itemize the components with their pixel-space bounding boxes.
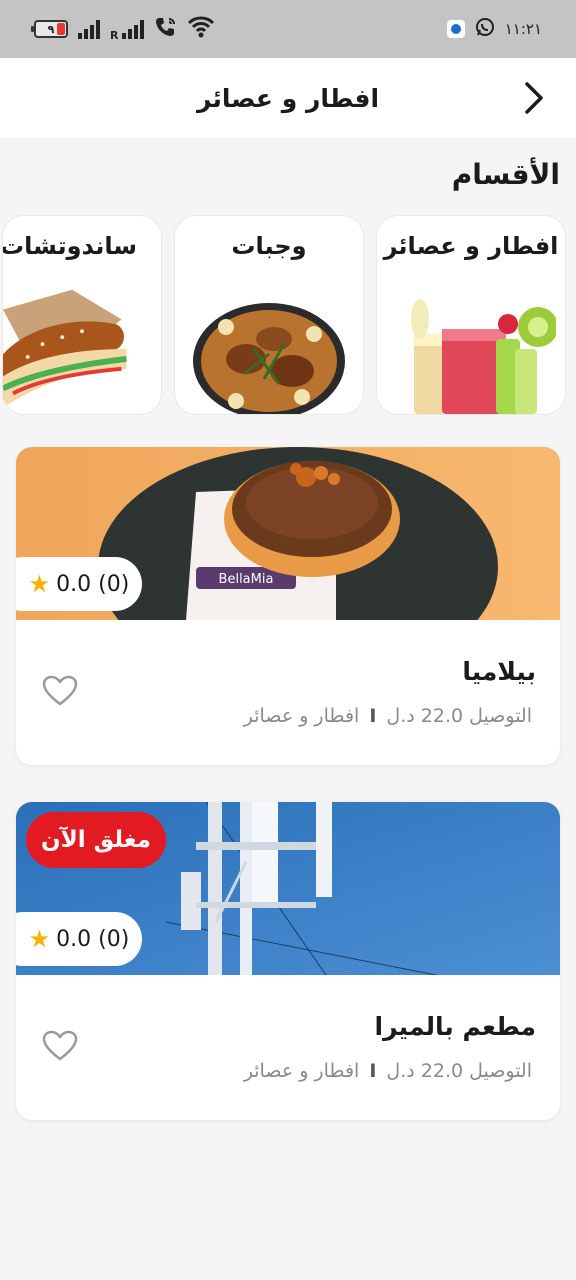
heart-icon [42,1030,78,1061]
app-bar: افطار و عصائر [0,58,576,138]
categories-list[interactable]: افطار و عصائر وجبات ساندوتشات [2,215,566,415]
back-button[interactable] [516,78,552,118]
sandwich-image [3,289,161,414]
rating-value: 0.0 (0) [56,926,130,952]
status-bar: ٩ R ١١:٢١ [0,0,576,58]
category-label: وجبات [231,232,307,260]
heart-icon [42,675,78,706]
status-right: ١١:٢١ [446,17,542,41]
favorite-button[interactable] [40,673,80,709]
restaurant-category: افطار و عصائر [243,1060,360,1082]
star-icon: ★ [28,570,51,598]
restaurant-card[interactable]: BellaMia ★ 0.0 (0) بيلاميا التوصيل 22.0 … [16,447,560,765]
signal-icon [78,19,100,39]
whatsapp-icon [475,17,495,41]
delivery-fee: التوصيل 22.0 د.ل [386,1060,532,1082]
restaurant-card[interactable]: مغلق الآن ★ 0.0 (0) مطعم بالميرا التوصيل… [16,802,560,1120]
restaurant-meta: التوصيل 22.0 د.ل I افطار و عصائر [244,705,532,727]
signal-roaming-icon [122,19,145,39]
chevron-right-icon [525,82,543,114]
restaurant-meta: التوصيل 22.0 د.ل I افطار و عصائر [244,1060,532,1082]
rating-value: 0.0 (0) [56,571,130,597]
status-left: ٩ R [31,16,215,42]
closed-now-badge: مغلق الآن [26,812,166,868]
category-card-breakfast-juices[interactable]: افطار و عصائر [376,215,566,415]
favorite-button[interactable] [40,1028,80,1064]
restaurant-category: افطار و عصائر [243,705,360,727]
donut-brand-text: BellaMia [219,572,274,587]
category-label: ساندوتشات [2,232,137,260]
category-card-sandwiches[interactable]: ساندوتشات [2,215,162,415]
category-label: افطار و عصائر [383,232,559,260]
rice-chicken-image [175,289,363,414]
battery-icon: ٩ [31,20,68,38]
status-time: ١١:٢١ [504,20,542,38]
roaming-indicator: R [110,29,119,42]
star-icon: ★ [28,925,51,953]
wifi-icon [188,16,215,42]
juices-image [377,289,565,414]
restaurant-name: مطعم بالميرا [374,1012,537,1041]
page-title: افطار و عصائر [196,83,380,113]
rating-badge: ★ 0.0 (0) [16,557,142,611]
categories-section-title: الأقسام [451,158,560,191]
meta-separator: I [369,705,377,727]
app-notification-icon [446,20,465,38]
meta-separator: I [369,1060,377,1082]
category-card-meals[interactable]: وجبات [174,215,364,415]
battery-level: ٩ [47,22,55,36]
wifi-calling-icon [154,16,178,42]
rating-badge: ★ 0.0 (0) [16,912,142,966]
restaurant-name: بيلاميا [462,657,536,686]
delivery-fee: التوصيل 22.0 د.ل [386,705,532,727]
